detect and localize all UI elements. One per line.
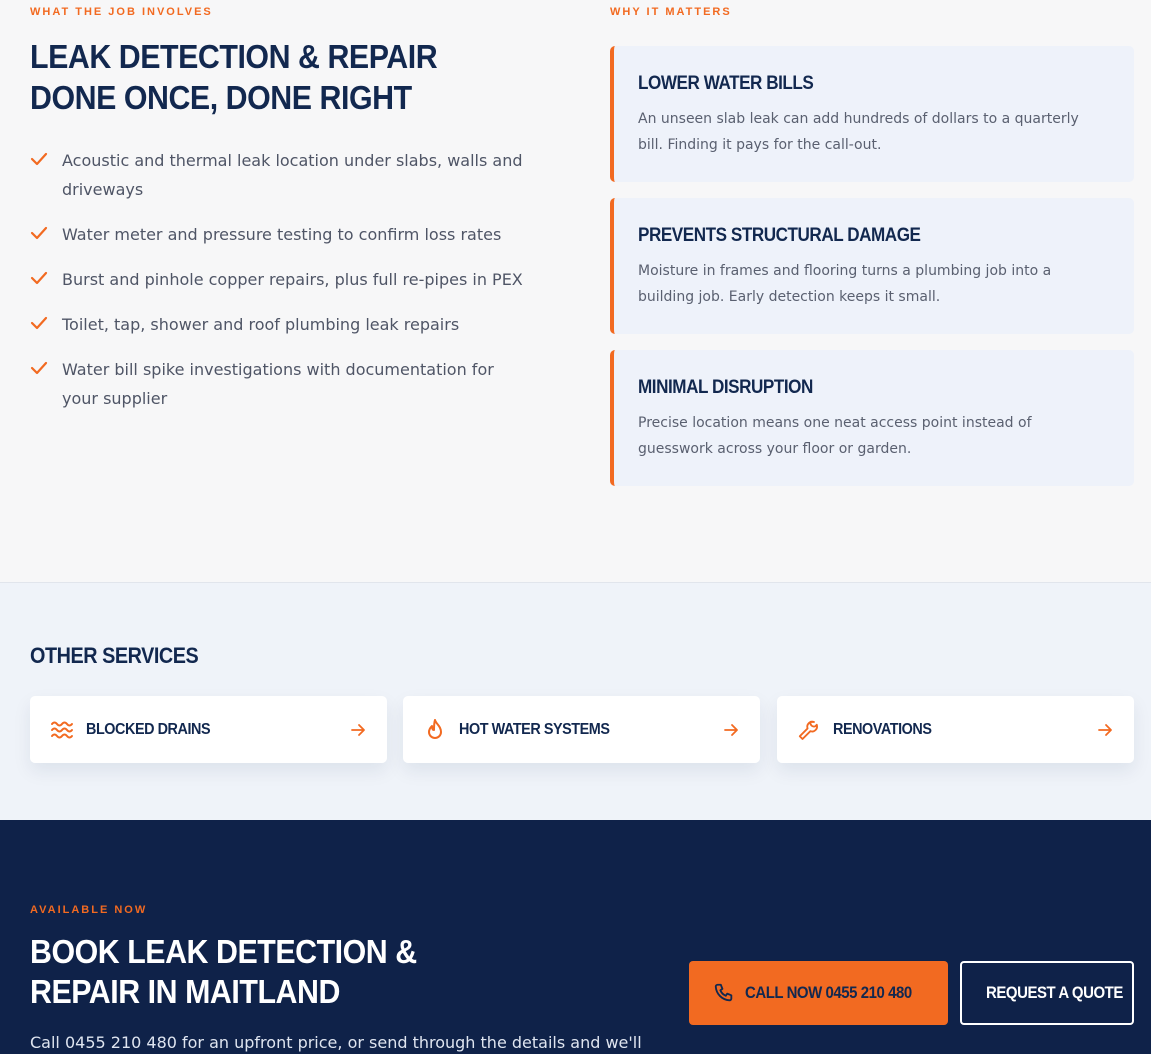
list-item-text: Acoustic and thermal leak location under…	[62, 151, 523, 199]
request-quote-button[interactable]: REQUEST A QUOTE	[960, 961, 1134, 1025]
list-item: Acoustic and thermal leak location under…	[30, 146, 530, 204]
list-item: Burst and pinhole copper repairs, plus f…	[30, 265, 530, 294]
job-eyebrow: WHAT THE JOB INVOLVES	[30, 6, 213, 18]
request-quote-label: REQUEST A QUOTE	[986, 983, 1123, 1002]
waves-icon	[51, 721, 73, 739]
check-icon	[30, 226, 48, 240]
benefit-card-text: Moisture in frames and flooring turns a …	[638, 263, 1052, 305]
other-services-title: OTHER SERVICES	[30, 643, 199, 668]
benefit-card-bills: LOWER WATER BILLS An unseen slab leak ca…	[610, 46, 1134, 182]
benefit-card-title: LOWER WATER BILLS	[638, 73, 814, 94]
call-now-label: CALL NOW 0455 210 480	[745, 983, 912, 1002]
arrow-right-icon	[1098, 724, 1112, 736]
service-link-renovations[interactable]: RENOVATIONS	[777, 696, 1134, 763]
list-item-text: Burst and pinhole copper repairs, plus f…	[62, 270, 523, 289]
why-eyebrow: WHY IT MATTERS	[610, 6, 732, 18]
job-section: WHAT THE JOB INVOLVES LEAK DETECTION & R…	[0, 0, 1151, 582]
list-item: Toilet, tap, shower and roof plumbing le…	[30, 310, 530, 339]
cta-section: AVAILABLE NOW BOOK LEAK DETECTION & REPA…	[0, 820, 1151, 1054]
other-services-section: OTHER SERVICES BLOCKED DRAINS HOT WATER …	[0, 582, 1151, 820]
service-link-hot-water[interactable]: HOT WATER SYSTEMS	[403, 696, 760, 763]
flame-icon	[428, 719, 442, 739]
wrench-icon	[798, 720, 818, 740]
job-title: LEAK DETECTION & REPAIR DONE ONCE, DONE …	[30, 38, 438, 116]
service-link-blocked-drains[interactable]: BLOCKED DRAINS	[30, 696, 387, 763]
check-icon	[30, 361, 48, 375]
benefit-card-disruption: MINIMAL DISRUPTION Precise location mean…	[610, 350, 1134, 486]
benefit-card-text: An unseen slab leak can add hundreds of …	[638, 111, 1079, 153]
check-icon	[30, 152, 48, 166]
service-label: HOT WATER SYSTEMS	[459, 721, 610, 738]
list-item-text: Water meter and pressure testing to conf…	[62, 225, 502, 244]
call-now-button[interactable]: CALL NOW 0455 210 480	[689, 961, 948, 1025]
benefit-card-text: Precise location means one neat access p…	[638, 415, 1032, 457]
service-label: RENOVATIONS	[833, 721, 932, 738]
list-item-text: Toilet, tap, shower and roof plumbing le…	[62, 315, 460, 334]
benefit-card-title: PREVENTS STRUCTURAL DAMAGE	[638, 225, 921, 246]
arrow-right-icon	[724, 724, 738, 736]
cta-title: BOOK LEAK DETECTION & REPAIR IN MAITLAND	[30, 933, 417, 1010]
arrow-right-icon	[351, 724, 365, 736]
why-cards: LOWER WATER BILLS An unseen slab leak ca…	[610, 46, 1134, 502]
service-label: BLOCKED DRAINS	[86, 721, 211, 738]
cta-text: Call 0455 210 480 for an upfront price, …	[30, 1033, 642, 1052]
list-item: Water meter and pressure testing to conf…	[30, 220, 530, 249]
list-item-text: Water bill spike investigations with doc…	[62, 360, 494, 408]
check-icon	[30, 271, 48, 285]
benefit-card-title: MINIMAL DISRUPTION	[638, 377, 813, 398]
benefit-card-structural: PREVENTS STRUCTURAL DAMAGE Moisture in f…	[610, 198, 1134, 334]
phone-icon	[714, 983, 733, 1002]
cta-eyebrow: AVAILABLE NOW	[30, 904, 148, 916]
check-icon	[30, 316, 48, 330]
job-checklist: Acoustic and thermal leak location under…	[30, 146, 530, 429]
list-item: Water bill spike investigations with doc…	[30, 355, 530, 413]
